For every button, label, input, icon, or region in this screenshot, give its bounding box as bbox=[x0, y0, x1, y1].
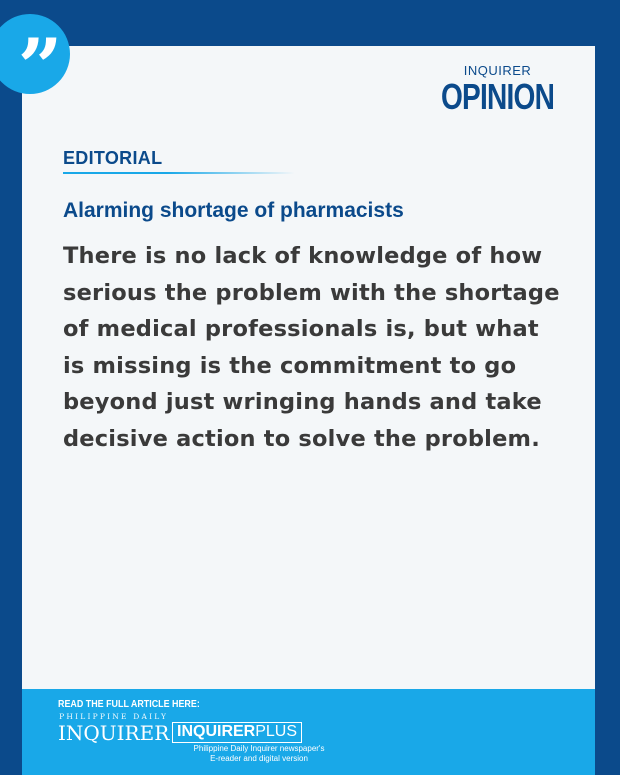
section-underline bbox=[63, 172, 295, 174]
footer-label: READ THE FULL ARTICLE HERE: bbox=[58, 698, 200, 710]
inquirer-plus-logo[interactable]: INQUIRERPLUS bbox=[172, 722, 303, 743]
section-label: EDITORIAL bbox=[63, 148, 163, 168]
inquirer-plus-bold: INQUIRER bbox=[177, 723, 256, 740]
plus-caption-line2: E-reader and digital version bbox=[210, 754, 308, 763]
pdi-logo[interactable]: PHILIPPINE DAILY INQUIRER bbox=[58, 713, 169, 743]
inquirer-plus-caption: Philippine Daily Inquirer newspaper's E-… bbox=[174, 744, 344, 764]
inquirer-opinion-logo: INQUIRER OPINION bbox=[425, 64, 570, 115]
plus-caption-line1: Philippine Daily Inquirer newspaper's bbox=[193, 744, 325, 753]
footer-bar: READ THE FULL ARTICLE HERE: PHILIPPINE D… bbox=[22, 689, 595, 775]
editorial-excerpt: There is no lack of knowledge of how ser… bbox=[63, 243, 560, 452]
pdi-logo-top: PHILIPPINE DAILY bbox=[59, 712, 169, 721]
brand-main: OPINION bbox=[440, 76, 555, 117]
headline: Alarming shortage of pharmacists bbox=[63, 199, 404, 222]
inquirer-plus-light: PLUS bbox=[255, 723, 298, 740]
pdi-logo-main: INQUIRER bbox=[58, 720, 170, 745]
